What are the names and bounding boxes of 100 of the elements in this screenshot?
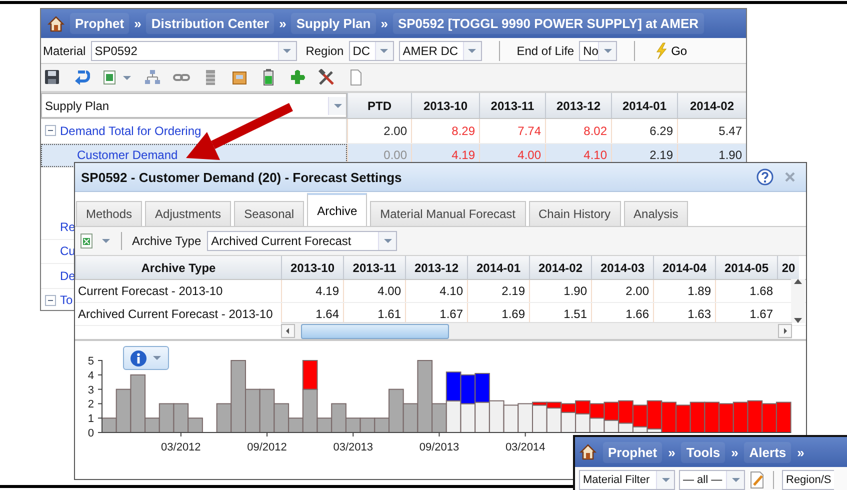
bar — [488, 400, 504, 433]
region-dropdown[interactable]: Region/S — [782, 470, 834, 490]
region-name-dropdown[interactable]: AMER DC — [398, 40, 482, 60]
column-header[interactable]: PTD — [347, 93, 411, 118]
archive-type-dropdown[interactable]: Archived Current Forecast — [207, 231, 398, 251]
table-cell: 4.00 — [343, 280, 405, 302]
save-icon[interactable] — [44, 69, 61, 86]
bar — [446, 400, 462, 433]
column-header[interactable]: 2013-12 — [405, 256, 467, 279]
end-of-life-dropdown[interactable]: No — [579, 40, 618, 60]
field-label: Region — [306, 44, 344, 58]
home-icon[interactable] — [47, 14, 65, 32]
column-header[interactable]: Archive Type — [75, 256, 281, 279]
caret-icon — [379, 48, 390, 54]
column-header[interactable]: 2014-02 — [529, 256, 591, 279]
breadcrumb-separator: » — [380, 16, 388, 31]
region-dropdown[interactable]: DC — [348, 40, 394, 60]
row-label[interactable]: Customer Demand — [77, 148, 178, 162]
table-cell: 6.29 — [611, 119, 677, 142]
info-button[interactable] — [123, 346, 169, 370]
breadcrumb-separator: » — [731, 444, 738, 460]
scroll-up-icon[interactable] — [794, 279, 802, 284]
breadcrumb-link[interactable]: Distribution Center — [146, 13, 274, 34]
collapse-icon[interactable] — [45, 125, 56, 136]
scroll-right-icon[interactable] — [778, 324, 792, 338]
tab[interactable]: Seasonal — [234, 201, 304, 226]
row-label[interactable]: To — [60, 293, 73, 308]
scroll-left-icon[interactable] — [281, 324, 295, 338]
row-label: Archived Current Forecast - 2013-10 — [77, 306, 274, 323]
scrollbar-thumb[interactable] — [301, 324, 449, 338]
tab[interactable]: Archive — [307, 193, 368, 226]
row-label[interactable]: De — [60, 268, 76, 283]
breadcrumb-link[interactable]: Prophet — [603, 442, 662, 462]
bar — [460, 403, 476, 433]
bar — [762, 403, 777, 433]
axis-label: 2 — [88, 398, 94, 411]
table-cell: 1.90 — [529, 280, 591, 302]
breadcrumb-link[interactable]: Alerts — [744, 442, 792, 462]
caret-icon — [332, 102, 342, 108]
breadcrumb-link[interactable]: Prophet — [70, 13, 130, 34]
column-header[interactable]: 2014-05 — [715, 256, 777, 279]
table-cell: 4.10 — [405, 280, 467, 302]
bar — [460, 374, 476, 404]
column-header[interactable]: 2014-04 — [653, 256, 715, 279]
tab[interactable]: Methods — [76, 201, 142, 226]
column-header[interactable]: 2014-02 — [677, 93, 746, 118]
caret-icon — [152, 355, 162, 361]
column-header[interactable]: 2014-01 — [611, 93, 677, 118]
scope-dropdown[interactable]: — all — — [679, 470, 745, 490]
column-header[interactable]: 2013-12 — [545, 93, 611, 118]
tab[interactable]: Analysis — [624, 201, 688, 226]
bar — [732, 402, 748, 433]
row-label[interactable]: Re — [60, 220, 76, 234]
hierarchy-icon[interactable] — [144, 69, 161, 86]
undo-icon[interactable] — [73, 69, 90, 86]
column-header[interactable]: 2013-11 — [343, 256, 405, 279]
column-header[interactable]: 2014-03 — [591, 256, 653, 279]
bar — [589, 403, 605, 419]
material-dropdown[interactable]: SP0592 — [90, 40, 297, 60]
material-filter-dropdown[interactable]: Material Filter — [579, 470, 675, 490]
home-icon[interactable] — [579, 443, 597, 461]
collapse-icon[interactable] — [45, 294, 56, 306]
help-icon[interactable] — [756, 168, 774, 186]
bar — [690, 402, 706, 433]
tools-icon[interactable] — [318, 69, 335, 86]
row-label[interactable]: Demand Total for Ordering — [60, 124, 202, 138]
column-header[interactable]: 20 — [777, 256, 799, 279]
field-label: Material — [43, 44, 86, 58]
column-header[interactable]: 2013-11 — [479, 93, 545, 118]
table-cell: 8.29 — [411, 119, 479, 142]
column-header[interactable]: 2013-10 — [281, 256, 343, 279]
view-dropdown[interactable]: Supply Plan — [41, 93, 347, 118]
box-icon[interactable] — [231, 69, 248, 86]
column-header[interactable]: 2014-01 — [467, 256, 529, 279]
axis-label: 09/2012 — [247, 442, 287, 454]
note-icon[interactable] — [749, 471, 765, 489]
bar — [474, 372, 490, 403]
info-icon — [130, 350, 147, 366]
breadcrumb-link[interactable]: Tools — [681, 442, 726, 462]
table-cell: 4.19 — [281, 280, 343, 302]
tab[interactable]: Material Manual Forecast — [370, 201, 526, 226]
scroll-down-icon[interactable] — [794, 318, 802, 323]
bar — [776, 402, 792, 433]
table-cell: 1.68 — [715, 280, 777, 302]
bar — [676, 404, 691, 433]
go-button[interactable]: Go — [652, 42, 690, 60]
breadcrumb-separator: » — [134, 16, 142, 31]
breadcrumb-link[interactable]: Supply Plan — [291, 13, 376, 34]
spreadsheet-icon[interactable] — [79, 232, 95, 250]
tab[interactable]: Adjustments — [145, 201, 232, 226]
axis-label: 03/2012 — [161, 442, 201, 454]
column-header[interactable]: 2013-10 — [411, 93, 479, 118]
axis-label: 5 — [88, 356, 94, 368]
caret-icon — [467, 48, 478, 54]
breadcrumb-link[interactable]: SP0592 [TOGGL 9990 POWER SUPPLY] at AMER — [392, 13, 704, 34]
tab[interactable]: Chain History — [528, 201, 621, 226]
axis-label: 09/2013 — [419, 442, 460, 454]
caret-icon — [660, 477, 670, 483]
puzzle-icon[interactable] — [289, 69, 306, 86]
axis-label: 3 — [88, 384, 94, 396]
